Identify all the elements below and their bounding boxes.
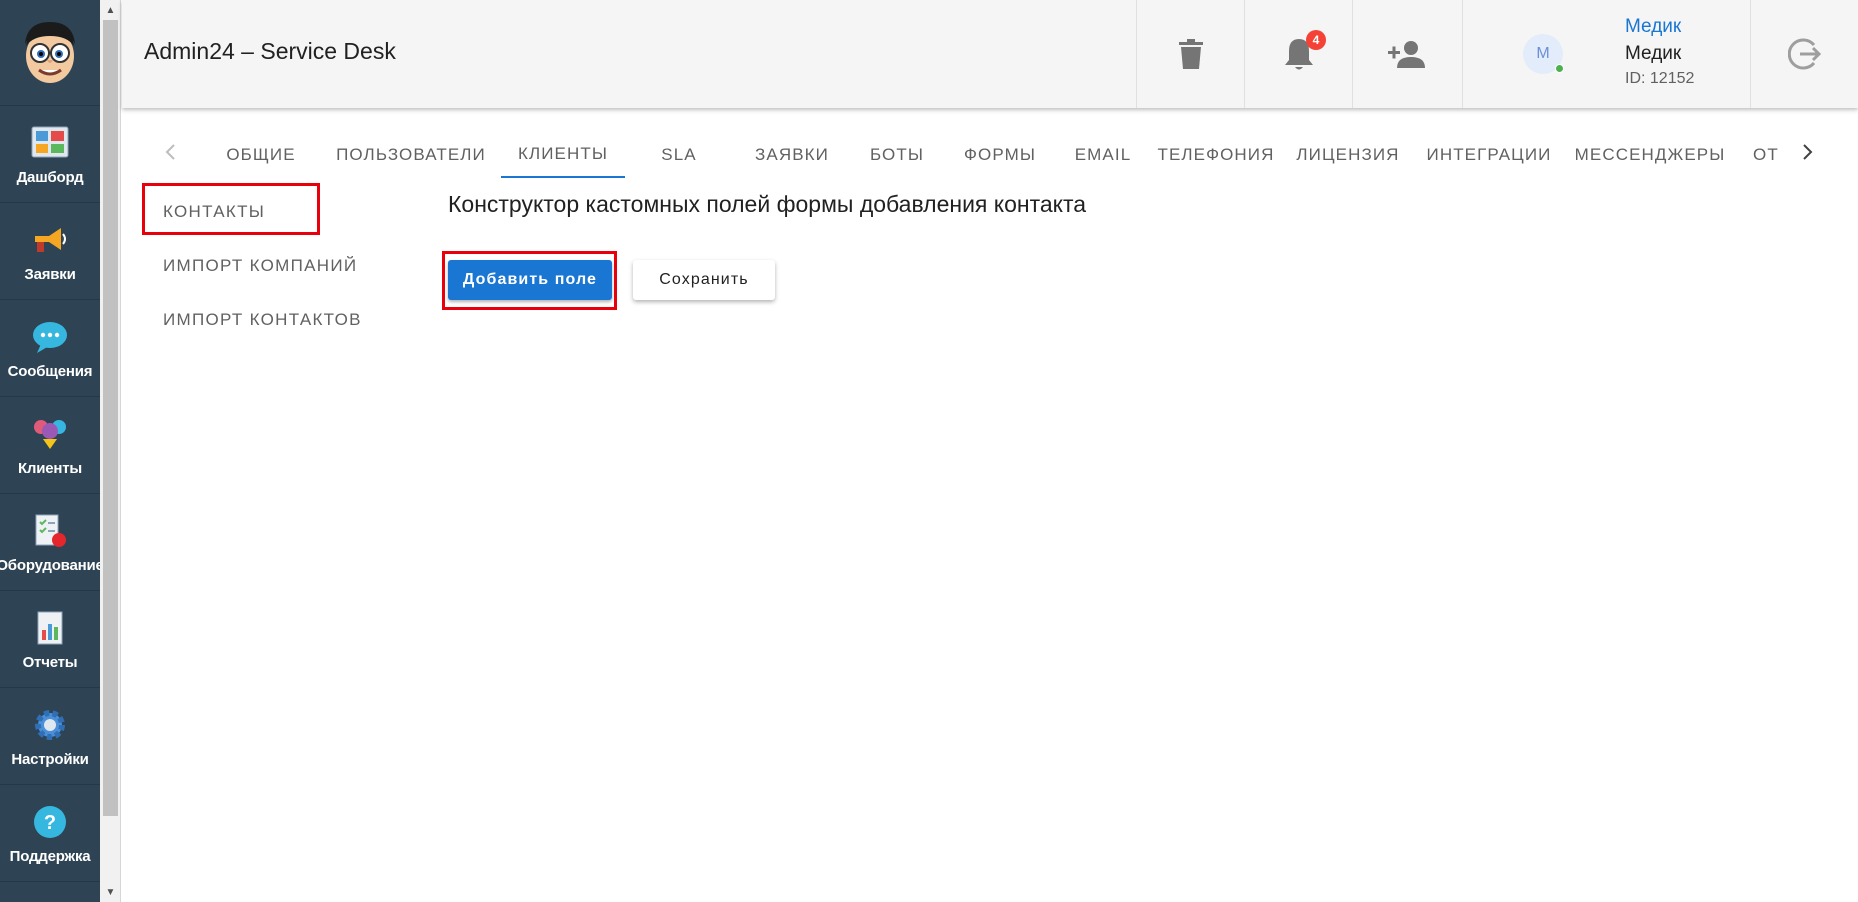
chevron-right-icon: [1803, 144, 1813, 160]
sidebar-item-label: Заявки: [24, 265, 76, 283]
sidebar-item-label: Отчеты: [22, 653, 78, 671]
equipment-icon: [30, 511, 70, 551]
tab-general[interactable]: Общие: [191, 132, 331, 178]
help-icon: ?: [30, 802, 70, 842]
chat-bubble-icon: [30, 317, 70, 357]
page-title: Конструктор кастомных полей формы добавл…: [448, 191, 1087, 217]
tab-clients[interactable]: Клиенты: [501, 132, 625, 178]
add-field-button[interactable]: Добавить поле: [448, 260, 612, 300]
megaphone-icon: [30, 220, 70, 260]
logout-button[interactable]: [1750, 0, 1858, 108]
tab-telephony[interactable]: Телефония: [1149, 132, 1283, 178]
sidebar-item-clients[interactable]: Клиенты: [0, 397, 100, 494]
subnav-contacts[interactable]: Контакты: [163, 202, 265, 222]
tabs-next-button[interactable]: [1793, 132, 1823, 172]
trash-icon: [1178, 39, 1203, 69]
sidebar-item-label: Клиенты: [17, 459, 83, 477]
scroll-down-icon[interactable]: ▼: [100, 882, 121, 902]
sidebar-item-support[interactable]: ? Поддержка: [0, 785, 100, 882]
scrollbar-thumb[interactable]: [103, 20, 118, 816]
dashboard-icon: [30, 123, 70, 163]
add-user-icon: [1387, 41, 1425, 68]
tabs-scroll-area: Общие Пользователи Клиенты SLA Заявки Бо…: [191, 132, 1779, 180]
tab-open[interactable]: Откр: [1735, 132, 1779, 178]
tab-sla[interactable]: SLA: [625, 132, 733, 178]
sidebar-item-reports[interactable]: Отчеты: [0, 591, 100, 688]
tab-license[interactable]: Лицензия: [1283, 132, 1413, 178]
user-name: Медик: [1625, 43, 1682, 64]
tabs-prev-button[interactable]: [155, 132, 185, 172]
notification-badge: 4: [1306, 30, 1326, 50]
sidebar-item-tickets[interactable]: Заявки: [0, 203, 100, 300]
sidebar-item-label: Дашборд: [16, 168, 84, 186]
sidebar-item-label: Настройки: [11, 750, 89, 768]
tab-messengers[interactable]: Мессенджеры: [1565, 132, 1735, 178]
main-sidebar: Дашборд Заявки Сообщения Клиенты Оборудо…: [0, 0, 104, 902]
subnav-import-contacts[interactable]: Импорт контактов: [163, 310, 362, 330]
user-id: ID: 12152: [1625, 70, 1695, 87]
sidebar-item-label: Оборудование: [0, 556, 104, 574]
subnav-import-companies[interactable]: Импорт компаний: [163, 256, 357, 276]
logout-icon: [1787, 38, 1821, 70]
user-panel: М Медик Медик ID: 12152: [1462, 0, 1750, 108]
sidebar-item-dashboard[interactable]: Дашборд: [0, 106, 100, 203]
sidebar-item-messages[interactable]: Сообщения: [0, 300, 100, 397]
tab-tickets[interactable]: Заявки: [733, 132, 851, 178]
trash-button[interactable]: [1136, 0, 1244, 108]
sidebar-item-equipment[interactable]: Оборудование: [0, 494, 104, 591]
add-user-button[interactable]: [1352, 0, 1460, 108]
app-logo[interactable]: [0, 0, 100, 106]
svg-text:?: ?: [44, 812, 56, 834]
save-button[interactable]: Сохранить: [633, 260, 775, 300]
app-title: Admin24 – Service Desk: [144, 38, 396, 64]
tab-users[interactable]: Пользователи: [331, 132, 491, 178]
gear-icon: [30, 705, 70, 745]
sidebar-item-label: Поддержка: [9, 847, 91, 865]
chevron-left-icon: [165, 144, 175, 160]
online-status-dot: [1555, 64, 1564, 73]
sidebar-item-settings[interactable]: Настройки: [0, 688, 100, 785]
clients-icon: [30, 414, 70, 454]
reports-icon: [30, 608, 70, 648]
vertical-scrollbar[interactable]: ▲ ▼: [100, 0, 121, 902]
top-header: Admin24 – Service Desk 4 М Медик Медик I…: [122, 0, 1858, 108]
tab-forms[interactable]: Формы: [943, 132, 1057, 178]
settings-tabs: Общие Пользователи Клиенты SLA Заявки Бо…: [155, 132, 1825, 180]
mascot-face-icon: [25, 21, 75, 83]
user-profile-link[interactable]: Медик: [1625, 16, 1681, 38]
notifications-button[interactable]: 4: [1244, 0, 1352, 108]
tab-email[interactable]: Email: [1057, 132, 1149, 178]
scroll-up-icon[interactable]: ▲: [100, 0, 121, 20]
tab-integrations[interactable]: Интеграции: [1413, 132, 1565, 178]
sidebar-item-label: Сообщения: [7, 362, 93, 380]
tab-bots[interactable]: Боты: [851, 132, 943, 178]
